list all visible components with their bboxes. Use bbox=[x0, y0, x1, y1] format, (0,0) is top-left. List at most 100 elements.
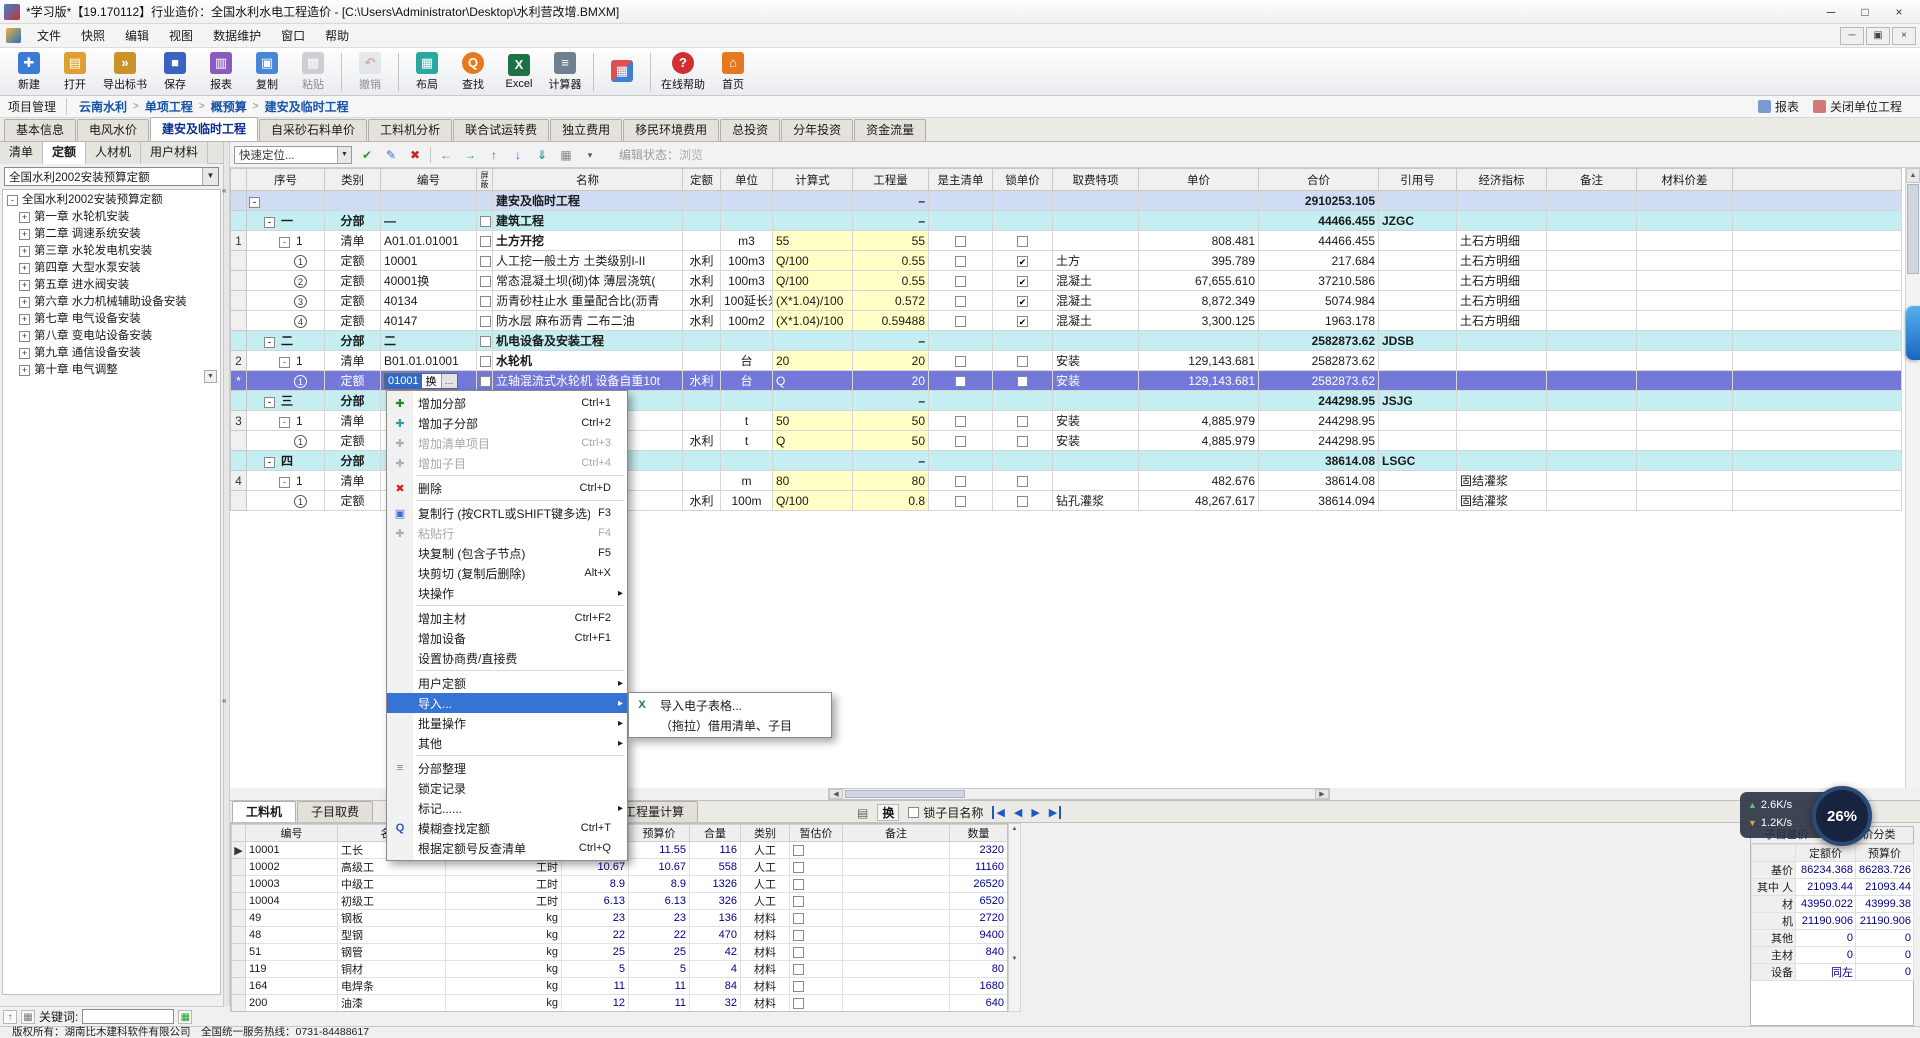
column-header-单价[interactable]: 单价 bbox=[1139, 169, 1259, 191]
move-down-icon[interactable]: ↓ bbox=[509, 146, 527, 164]
menu-item-设置协商费/直接费[interactable]: 设置协商费/直接费 bbox=[387, 648, 627, 668]
resource-row[interactable]: 10004初级工工时6.136.13326人工6520 bbox=[232, 893, 1008, 910]
breadcrumb-item[interactable]: 单项工程 bbox=[143, 98, 195, 115]
menu-item-增加子分部[interactable]: ✚增加子分部Ctrl+2 bbox=[387, 413, 627, 433]
scroll-left-icon[interactable]: ◀ bbox=[829, 789, 843, 799]
menu-快照[interactable]: 快照 bbox=[71, 25, 115, 47]
导出标书-button[interactable]: »导出标书 bbox=[98, 50, 152, 94]
estimate-checkbox[interactable] bbox=[793, 862, 804, 873]
submenu-item-（拖拉）借用清单、子目[interactable]: （拖拉）借用清单、子目 bbox=[629, 715, 831, 735]
mdi-restore-button[interactable]: ▣ bbox=[1866, 27, 1890, 45]
library-tab-用户材料[interactable]: 用户材料 bbox=[141, 142, 208, 164]
shield-checkbox[interactable] bbox=[480, 356, 491, 367]
lock-price-checkbox[interactable]: ✔ bbox=[1017, 256, 1028, 267]
column-header-数量[interactable]: 数量 bbox=[950, 825, 1008, 842]
collapse-icon[interactable]: - bbox=[264, 337, 275, 348]
move-left-icon[interactable]: ← bbox=[437, 146, 455, 164]
expand-icon[interactable]: + bbox=[19, 212, 30, 223]
column-header-名称[interactable]: 名称 bbox=[493, 169, 683, 191]
menu-item-增加主材[interactable]: 增加主材Ctrl+F2 bbox=[387, 608, 627, 628]
column-header-引用号[interactable]: 引用号 bbox=[1379, 169, 1457, 191]
menu-item-增加设备[interactable]: 增加设备Ctrl+F1 bbox=[387, 628, 627, 648]
grid-row[interactable]: -二分部二机电设备及安装工程–2582873.62JDSB bbox=[231, 331, 1902, 351]
quota-library-select[interactable]: 全国水利2002安装预算定额 ▼ bbox=[4, 167, 219, 186]
breadcrumb-item[interactable]: 建安及临时工程 bbox=[263, 98, 351, 115]
menu-item-导入...[interactable]: 导入...▸ bbox=[387, 693, 627, 713]
grid-row[interactable]: 3定额40134沥青砂柱止水 重量配合比(沥青水利100延长米(X*1.04)/… bbox=[231, 291, 1902, 311]
tree-item[interactable]: +第十章 电气调整 bbox=[3, 362, 220, 379]
keyword-input[interactable] bbox=[82, 1009, 174, 1024]
mdi-minimize-button[interactable]: ─ bbox=[1840, 27, 1864, 45]
保存-button[interactable]: ■保存 bbox=[152, 50, 198, 94]
report-link[interactable]: 报表 bbox=[1758, 98, 1799, 115]
grid-row[interactable]: *1定额01001换…立轴混流式水轮机 设备自重10t水利台Q20安装129,1… bbox=[231, 371, 1902, 391]
tree-item[interactable]: +第一章 水轮机安装 bbox=[3, 209, 220, 226]
breadcrumb-item[interactable]: 概预算 bbox=[209, 98, 249, 115]
estimate-checkbox[interactable] bbox=[793, 930, 804, 941]
lock-price-checkbox[interactable] bbox=[1017, 236, 1028, 247]
lock-subitem-checkbox[interactable] bbox=[908, 807, 919, 818]
collapse-icon[interactable]: - bbox=[249, 197, 260, 208]
expand-icon[interactable]: + bbox=[19, 280, 30, 291]
tree-item[interactable]: +第八章 变电站设备安装 bbox=[3, 328, 220, 345]
expand-icon[interactable]: + bbox=[19, 263, 30, 274]
tree-item[interactable]: +第九章 通信设备安装 bbox=[3, 345, 220, 362]
column-header-是主清单[interactable]: 是主清单 bbox=[929, 169, 993, 191]
scroll-right-icon[interactable]: ▶ bbox=[1315, 789, 1329, 799]
main-list-checkbox[interactable] bbox=[955, 296, 966, 307]
code-editor[interactable]: 01001换… bbox=[384, 373, 458, 389]
column-header-定额[interactable]: 定额 bbox=[683, 169, 721, 191]
tab-基本信息[interactable]: 基本信息 bbox=[4, 119, 76, 141]
resource-row[interactable]: 119铜材kg554材料80 bbox=[232, 961, 1008, 978]
shield-checkbox[interactable] bbox=[480, 236, 491, 247]
column-header-屏蔽[interactable]: 屏蔽 bbox=[477, 169, 493, 191]
column-header-合价[interactable]: 合价 bbox=[1259, 169, 1379, 191]
column-header-合量[interactable]: 合量 bbox=[690, 825, 741, 842]
grid-vertical-scrollbar[interactable]: ▲ bbox=[1905, 168, 1920, 788]
menu-编辑[interactable]: 编辑 bbox=[115, 25, 159, 47]
main-list-checkbox[interactable] bbox=[955, 496, 966, 507]
quick-locate-combo[interactable]: 快速定位...▼ bbox=[234, 146, 352, 164]
library-tab-定额[interactable]: 定额 bbox=[43, 142, 86, 164]
shield-checkbox[interactable] bbox=[480, 336, 491, 347]
main-list-checkbox[interactable] bbox=[955, 236, 966, 247]
lock-subitem-option[interactable]: 锁子目名称 bbox=[908, 804, 983, 821]
tab-独立费用[interactable]: 独立费用 bbox=[550, 119, 622, 141]
print-icon[interactable]: ▤ bbox=[857, 806, 868, 820]
新建-button[interactable]: ✚新建 bbox=[6, 50, 52, 94]
expand-icon[interactable]: + bbox=[19, 365, 30, 376]
move-bottom-icon[interactable]: ⇓ bbox=[533, 146, 551, 164]
lock-price-checkbox[interactable]: ✔ bbox=[1017, 316, 1028, 327]
tab-总投资[interactable]: 总投资 bbox=[720, 119, 780, 141]
menu-item-块操作[interactable]: 块操作▸ bbox=[387, 583, 627, 603]
collapse-icon[interactable]: - bbox=[279, 417, 290, 428]
bottom-tab-子目取费[interactable]: 子目取费 bbox=[297, 801, 373, 822]
menu-窗口[interactable]: 窗口 bbox=[271, 25, 315, 47]
resource-row[interactable]: 164电焊条kg111184材料1680 bbox=[232, 978, 1008, 995]
column-header-类别[interactable]: 类别 bbox=[325, 169, 381, 191]
menu-item-增加清单项目[interactable]: ✚增加清单项目Ctrl+3 bbox=[387, 433, 627, 453]
more-options-icon[interactable]: ▾ bbox=[581, 146, 599, 164]
estimate-checkbox[interactable] bbox=[793, 947, 804, 958]
move-up-icon[interactable]: ↑ bbox=[485, 146, 503, 164]
tab-联合试运转费[interactable]: 联合试运转费 bbox=[453, 119, 549, 141]
collapsed-panel-tab[interactable] bbox=[1906, 306, 1920, 360]
shield-checkbox[interactable] bbox=[480, 216, 491, 227]
close-button[interactable]: × bbox=[1882, 2, 1916, 22]
column-header-取费特项[interactable]: 取费特项 bbox=[1053, 169, 1139, 191]
main-list-checkbox[interactable] bbox=[955, 376, 966, 387]
edit-icon[interactable]: ✎ bbox=[382, 146, 400, 164]
resource-row[interactable]: 51钢管kg252542材料840 bbox=[232, 944, 1008, 961]
estimate-checkbox[interactable] bbox=[793, 896, 804, 907]
grid-settings-icon[interactable]: ▦ bbox=[557, 146, 575, 164]
resource-row[interactable]: 10003中级工工时8.98.91326人工26520 bbox=[232, 876, 1008, 893]
collapse-icon[interactable]: - bbox=[7, 195, 18, 206]
首页-button[interactable]: ⌂首页 bbox=[710, 50, 756, 94]
column-header-序号[interactable]: 序号 bbox=[247, 169, 325, 191]
计算器-button[interactable]: ≡计算器 bbox=[542, 50, 588, 94]
menu-文件[interactable]: 文件 bbox=[27, 25, 71, 47]
locate-up-icon[interactable]: ↑ bbox=[3, 1010, 17, 1024]
tree-item[interactable]: +第七章 电气设备安装 bbox=[3, 311, 220, 328]
first-record-button[interactable]: ◀ bbox=[992, 806, 1004, 819]
打开-button[interactable]: ▤打开 bbox=[52, 50, 98, 94]
